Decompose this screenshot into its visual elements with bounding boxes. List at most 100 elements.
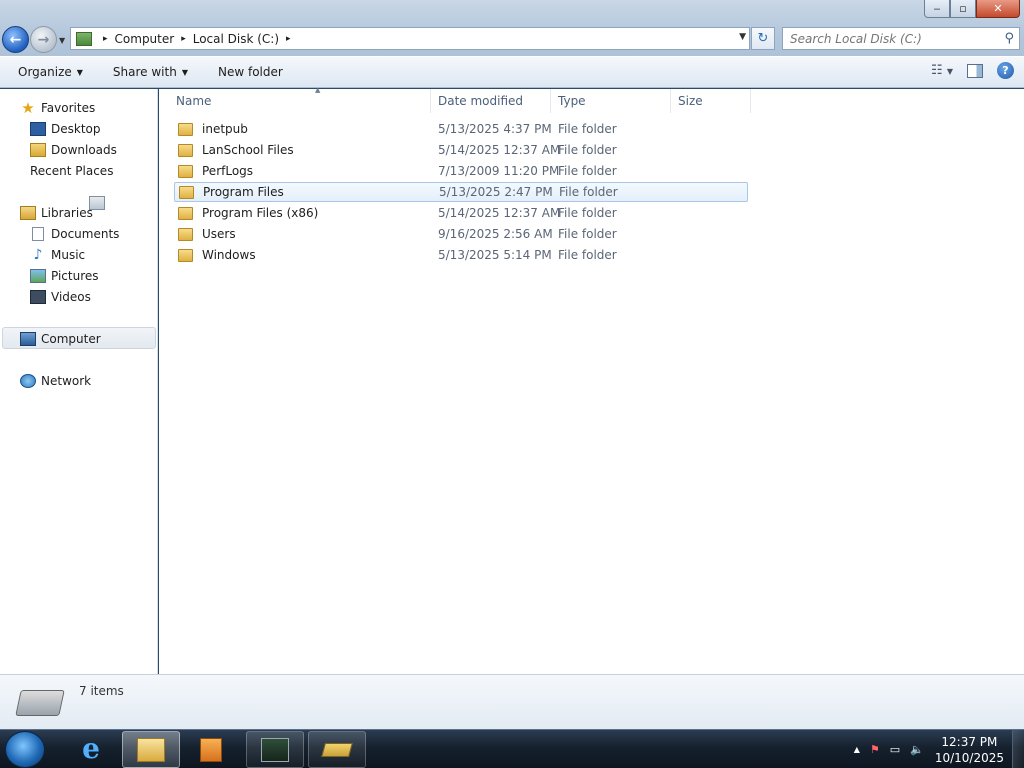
- close-button[interactable]: ✕: [976, 0, 1020, 18]
- back-button[interactable]: ←: [2, 26, 29, 53]
- nav-documents[interactable]: Documents: [30, 223, 119, 244]
- nav-label: Favorites: [41, 100, 96, 115]
- recent-pages-dropdown[interactable]: ▼: [59, 36, 65, 45]
- forward-button[interactable]: →: [30, 26, 57, 53]
- folder-icon: [179, 185, 194, 199]
- nav-favorites[interactable]: ★ Favorites: [20, 97, 95, 118]
- videos-icon: [30, 289, 46, 304]
- nav-label: Music: [51, 247, 86, 262]
- address-history-dropdown[interactable]: ▼: [739, 32, 746, 42]
- nav-pictures[interactable]: Pictures: [30, 265, 99, 286]
- network-status-icon[interactable]: ▭: [890, 743, 900, 756]
- file-date: 5/13/2025 2:47 PM: [439, 185, 553, 199]
- file-row-program-files[interactable]: Program Files 5/13/2025 2:47 PM File folde…: [174, 182, 748, 202]
- taskbar-internet-explorer[interactable]: e: [62, 731, 120, 768]
- folder-icon: [178, 143, 193, 157]
- file-type: File folder: [558, 206, 617, 220]
- breadcrumb-separator[interactable]: ▸: [103, 34, 108, 44]
- column-label: Date modified: [438, 94, 524, 108]
- folder-icon: [178, 248, 193, 262]
- minimize-button[interactable]: ‒: [924, 0, 950, 18]
- volume-muted-icon[interactable]: 🔈: [910, 743, 924, 756]
- internet-explorer-icon: e: [82, 731, 100, 765]
- new-folder-label: New folder: [217, 65, 283, 79]
- breadcrumb-local-disk[interactable]: Local Disk (C:): [193, 32, 279, 46]
- start-button[interactable]: [5, 731, 45, 768]
- libraries-icon: [20, 205, 36, 220]
- column-header-date-modified[interactable]: Date modified: [438, 89, 551, 113]
- monitor-icon: [261, 737, 289, 762]
- file-name: LanSchool Files: [202, 143, 294, 157]
- music-icon: ♪: [33, 246, 43, 263]
- documents-icon: [32, 226, 44, 241]
- nav-label: Downloads: [51, 142, 117, 157]
- search-input[interactable]: [783, 28, 983, 49]
- help-icon[interactable]: ?: [997, 62, 1014, 79]
- column-header-type[interactable]: Type: [558, 89, 671, 113]
- folder-icon: [178, 227, 193, 241]
- pictures-icon: [30, 268, 46, 283]
- file-row-users[interactable]: Users 9/16/2025 2:56 AM File folder: [174, 224, 748, 244]
- file-row-program-files-x86[interactable]: Program Files (x86) 5/14/2025 12:37 AM Fil…: [174, 203, 748, 223]
- nav-label: Pictures: [51, 268, 99, 283]
- file-name: Program Files (x86): [202, 206, 319, 220]
- share-with-button[interactable]: Share with ▼: [113, 65, 188, 79]
- navigation-pane: ★ Favorites Desktop Downloads Recent Plac…: [0, 89, 158, 674]
- organize-button[interactable]: Organize ▼: [18, 65, 83, 79]
- column-header-name[interactable]: Name ▲: [176, 86, 431, 113]
- nav-downloads[interactable]: Downloads: [30, 139, 117, 160]
- hard-drive-icon: [15, 690, 65, 716]
- nav-label: Documents: [51, 226, 120, 241]
- folder-icon: [178, 164, 193, 178]
- clock-date: 10/10/2025: [934, 750, 1004, 765]
- search-box[interactable]: ⚲: [782, 27, 1020, 50]
- file-name: PerfLogs: [202, 164, 254, 178]
- file-row-inetpub[interactable]: inetpub 5/13/2025 4:37 PM File folder: [174, 119, 748, 139]
- breadcrumb-computer[interactable]: Computer: [115, 32, 175, 46]
- file-row-lanschool-files[interactable]: LanSchool Files 5/14/2025 12:37 AM File fo…: [174, 140, 748, 160]
- file-list: Name ▲ Date modified Type Size inetpub 5/…: [159, 86, 1024, 674]
- nav-network[interactable]: Network: [20, 370, 91, 391]
- taskbar-media-player[interactable]: [182, 731, 240, 768]
- nav-music[interactable]: ♪ Music: [30, 244, 86, 265]
- column-label: Size: [678, 94, 703, 108]
- taskbar: e ▲ ⚑ ▭ 🔈 12:37 PM 10/10/2025: [0, 729, 1024, 768]
- column-header-size[interactable]: Size: [678, 89, 751, 113]
- file-row-windows[interactable]: Windows 5/13/2025 5:14 PM File folder: [174, 245, 748, 265]
- maximize-button[interactable]: ▫: [950, 0, 976, 18]
- nav-desktop[interactable]: Desktop: [30, 118, 101, 139]
- change-view-button[interactable]: ☷ ▼: [931, 63, 953, 78]
- file-name: Windows: [202, 248, 256, 262]
- nav-libraries[interactable]: Libraries: [20, 202, 93, 223]
- taskbar-windows-explorer[interactable]: [122, 731, 180, 768]
- file-row-perflogs[interactable]: PerfLogs 7/13/2009 11:20 PM File folder: [174, 161, 748, 181]
- refresh-button[interactable]: ↻: [751, 27, 775, 50]
- chevron-down-icon: ▼: [76, 67, 83, 77]
- action-center-icon[interactable]: ⚑: [870, 743, 880, 756]
- column-label: Name: [176, 94, 212, 108]
- show-desktop-button[interactable]: [1012, 730, 1024, 768]
- nav-videos[interactable]: Videos: [30, 286, 91, 307]
- search-icon[interactable]: ⚲: [1004, 31, 1014, 46]
- clock[interactable]: 12:37 PM 10/10/2025: [935, 734, 1004, 766]
- file-type: File folder: [558, 122, 617, 136]
- column-label: Type: [558, 94, 586, 108]
- address-bar[interactable]: ▸ Computer ▸ Local Disk (C:) ▸ ▼: [70, 27, 750, 50]
- nav-recent-places[interactable]: Recent Places: [30, 160, 113, 210]
- file-date: 5/13/2025 5:14 PM: [438, 248, 552, 262]
- folder-icon: [178, 206, 193, 220]
- file-name: Users: [202, 227, 236, 241]
- nav-computer[interactable]: Computer: [20, 328, 101, 349]
- window-controls: ‒ ▫ ✕: [924, 0, 1020, 18]
- taskbar-remote-app[interactable]: [246, 731, 304, 768]
- new-folder-button[interactable]: New folder: [218, 65, 283, 79]
- breadcrumb-separator[interactable]: ▸: [181, 34, 186, 44]
- details-pane: 7 items: [0, 674, 1024, 729]
- file-type: File folder: [558, 227, 617, 241]
- computer-icon: [20, 331, 36, 346]
- breadcrumb-separator[interactable]: ▸: [286, 34, 291, 44]
- show-hidden-icons-button[interactable]: ▲: [854, 745, 860, 754]
- chevron-down-icon: ▼: [181, 67, 188, 77]
- taskbar-drive-app[interactable]: [308, 731, 366, 768]
- preview-pane-icon[interactable]: [967, 63, 983, 78]
